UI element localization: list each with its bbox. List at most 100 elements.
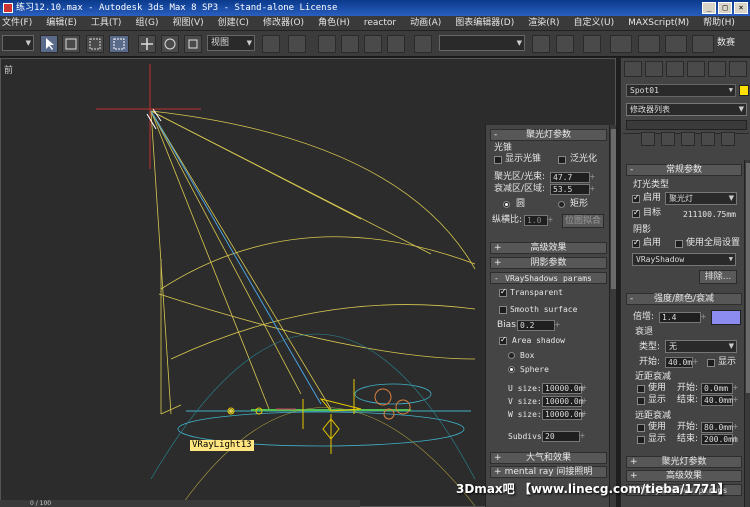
- menu-create[interactable]: 创建(C): [218, 16, 249, 30]
- select-manipulate-icon[interactable]: [288, 35, 306, 53]
- time-slider[interactable]: 0 / 100: [0, 500, 360, 507]
- material-editor-icon[interactable]: [665, 35, 687, 53]
- curve-editor-icon[interactable]: [610, 35, 632, 53]
- pin-stack-icon[interactable]: [641, 132, 655, 146]
- menu-rendering[interactable]: 渲染(R): [528, 16, 559, 30]
- menu-modifiers[interactable]: 修改器(O): [263, 16, 304, 30]
- scale-icon[interactable]: [184, 35, 202, 53]
- menu-file[interactable]: 文件(F): [2, 16, 32, 30]
- configure-sets-icon[interactable]: [721, 132, 735, 146]
- falloff-spinner[interactable]: 53.5: [550, 184, 598, 195]
- shadow-type-dropdown[interactable]: VRayShadow: [632, 253, 736, 266]
- command-panel-scrollthumb[interactable]: [746, 163, 750, 393]
- w-size-spinner[interactable]: 10000.0m: [542, 409, 590, 420]
- cmd-spot-rollout[interactable]: + 聚光灯参数: [626, 456, 742, 468]
- spot-rollout-header[interactable]: - 聚光灯参数: [490, 129, 607, 141]
- spot-panel-scrollthumb[interactable]: [611, 129, 616, 289]
- show-cone-checkbox[interactable]: [494, 156, 502, 164]
- far-show-checkbox[interactable]: [637, 436, 645, 444]
- percent-snap-icon[interactable]: [364, 35, 382, 53]
- sphere-radio[interactable]: [508, 366, 515, 373]
- utilities-tab-icon[interactable]: [729, 61, 747, 77]
- decay-type-dropdown[interactable]: 无: [665, 340, 737, 353]
- modifier-stack[interactable]: [626, 120, 747, 130]
- far-use-checkbox[interactable]: [637, 424, 645, 432]
- object-color-swatch[interactable]: [739, 85, 749, 96]
- create-tab-icon[interactable]: [624, 61, 642, 77]
- bias-spinner[interactable]: 0.2: [517, 320, 563, 331]
- vray-shadows-rollout[interactable]: - VRayShadows params: [490, 272, 607, 284]
- box-radio[interactable]: [508, 352, 515, 359]
- rotate-icon[interactable]: [161, 35, 179, 53]
- menu-view[interactable]: 视图(V): [172, 16, 203, 30]
- display-tab-icon[interactable]: [708, 61, 726, 77]
- menu-edit[interactable]: 编辑(E): [46, 16, 77, 30]
- transparent-checkbox[interactable]: [499, 287, 507, 297]
- snap-icon[interactable]: [318, 35, 336, 53]
- minimize-button[interactable]: _: [702, 2, 716, 14]
- circle-radio[interactable]: [503, 201, 510, 208]
- smooth-surface-checkbox[interactable]: [499, 306, 507, 314]
- menu-character[interactable]: 角色(H): [318, 16, 350, 30]
- intensity-rollout[interactable]: - 强度/颜色/衰减: [626, 293, 742, 305]
- move-icon[interactable]: [138, 35, 156, 53]
- modify-tab-icon[interactable]: [645, 61, 663, 77]
- near-end-spinner[interactable]: 40.0mm: [701, 395, 741, 406]
- remove-modifier-icon[interactable]: [701, 132, 715, 146]
- light-type-dropdown[interactable]: 聚光灯: [665, 192, 737, 205]
- target-checkbox[interactable]: [632, 208, 640, 218]
- modifier-list-dropdown[interactable]: 修改器列表: [626, 103, 747, 116]
- light-on-checkbox[interactable]: [632, 193, 640, 203]
- render-setup-icon[interactable]: [692, 35, 714, 53]
- menu-reactor[interactable]: reactor: [364, 16, 396, 30]
- far-end-spinner[interactable]: 200.0mm: [701, 434, 741, 445]
- close-button[interactable]: ×: [734, 2, 748, 14]
- object-name-field[interactable]: Spot01: [626, 84, 736, 97]
- menu-group[interactable]: 组(G): [135, 16, 158, 30]
- menu-animation[interactable]: 动画(A): [410, 16, 441, 30]
- menu-help[interactable]: 帮助(H): [703, 16, 735, 30]
- bitmap-fit-button[interactable]: 位图拟合: [562, 214, 604, 228]
- v-size-spinner[interactable]: 10000.0m: [542, 396, 590, 407]
- subdivs-spinner[interactable]: 20: [542, 431, 588, 442]
- select-by-name-icon[interactable]: [62, 35, 80, 53]
- hierarchy-tab-icon[interactable]: [666, 61, 684, 77]
- mirror-icon[interactable]: [532, 35, 550, 53]
- overshoot-checkbox[interactable]: [558, 156, 566, 164]
- near-show-checkbox[interactable]: [637, 397, 645, 405]
- advanced-effects-rollout[interactable]: + 高级效果: [490, 242, 607, 254]
- schematic-icon[interactable]: [638, 35, 660, 53]
- show-end-result-icon[interactable]: [661, 132, 675, 146]
- rect-select-icon[interactable]: [86, 35, 104, 53]
- reference-coordinate-dropdown[interactable]: 视图: [207, 35, 255, 51]
- shadow-params-rollout[interactable]: + 阴影参数: [490, 257, 607, 269]
- command-panel-scrollbar[interactable]: [744, 160, 750, 507]
- maximize-button[interactable]: □: [718, 2, 732, 14]
- selection-filter-dropdown[interactable]: [2, 35, 34, 51]
- layer-icon[interactable]: [583, 35, 601, 53]
- named-selection-icon[interactable]: [414, 35, 432, 53]
- pivot-icon[interactable]: [262, 35, 280, 53]
- motion-tab-icon[interactable]: [687, 61, 705, 77]
- near-use-checkbox[interactable]: [637, 385, 645, 393]
- use-global-checkbox[interactable]: [675, 240, 683, 248]
- align-icon[interactable]: [556, 35, 574, 53]
- u-size-spinner[interactable]: 10000.0m: [542, 383, 590, 394]
- area-shadow-checkbox[interactable]: [499, 335, 507, 345]
- multiplier-color-swatch[interactable]: [711, 310, 741, 325]
- mental-ray-rollout[interactable]: + mental ray 间接照明: [490, 466, 607, 478]
- shadow-on-checkbox[interactable]: [632, 238, 640, 248]
- menu-graph-editors[interactable]: 图表编辑器(D): [455, 16, 514, 30]
- decay-show-checkbox[interactable]: [707, 359, 715, 367]
- spinner-snap-icon[interactable]: [387, 35, 405, 53]
- menu-tools[interactable]: 工具(T): [91, 16, 122, 30]
- window-crossing-icon[interactable]: [109, 35, 129, 53]
- general-params-rollout[interactable]: - 常规参数: [626, 164, 742, 176]
- decay-start-spinner[interactable]: 40.0m: [665, 357, 701, 368]
- rectangle-radio[interactable]: [558, 201, 565, 208]
- near-start-spinner[interactable]: 0.0mm: [701, 383, 741, 394]
- multiplier-spinner[interactable]: 1.4: [659, 312, 709, 323]
- make-unique-icon[interactable]: [681, 132, 695, 146]
- select-arrow-icon[interactable]: [40, 35, 58, 53]
- spot-panel-scrollbar[interactable]: [609, 125, 616, 507]
